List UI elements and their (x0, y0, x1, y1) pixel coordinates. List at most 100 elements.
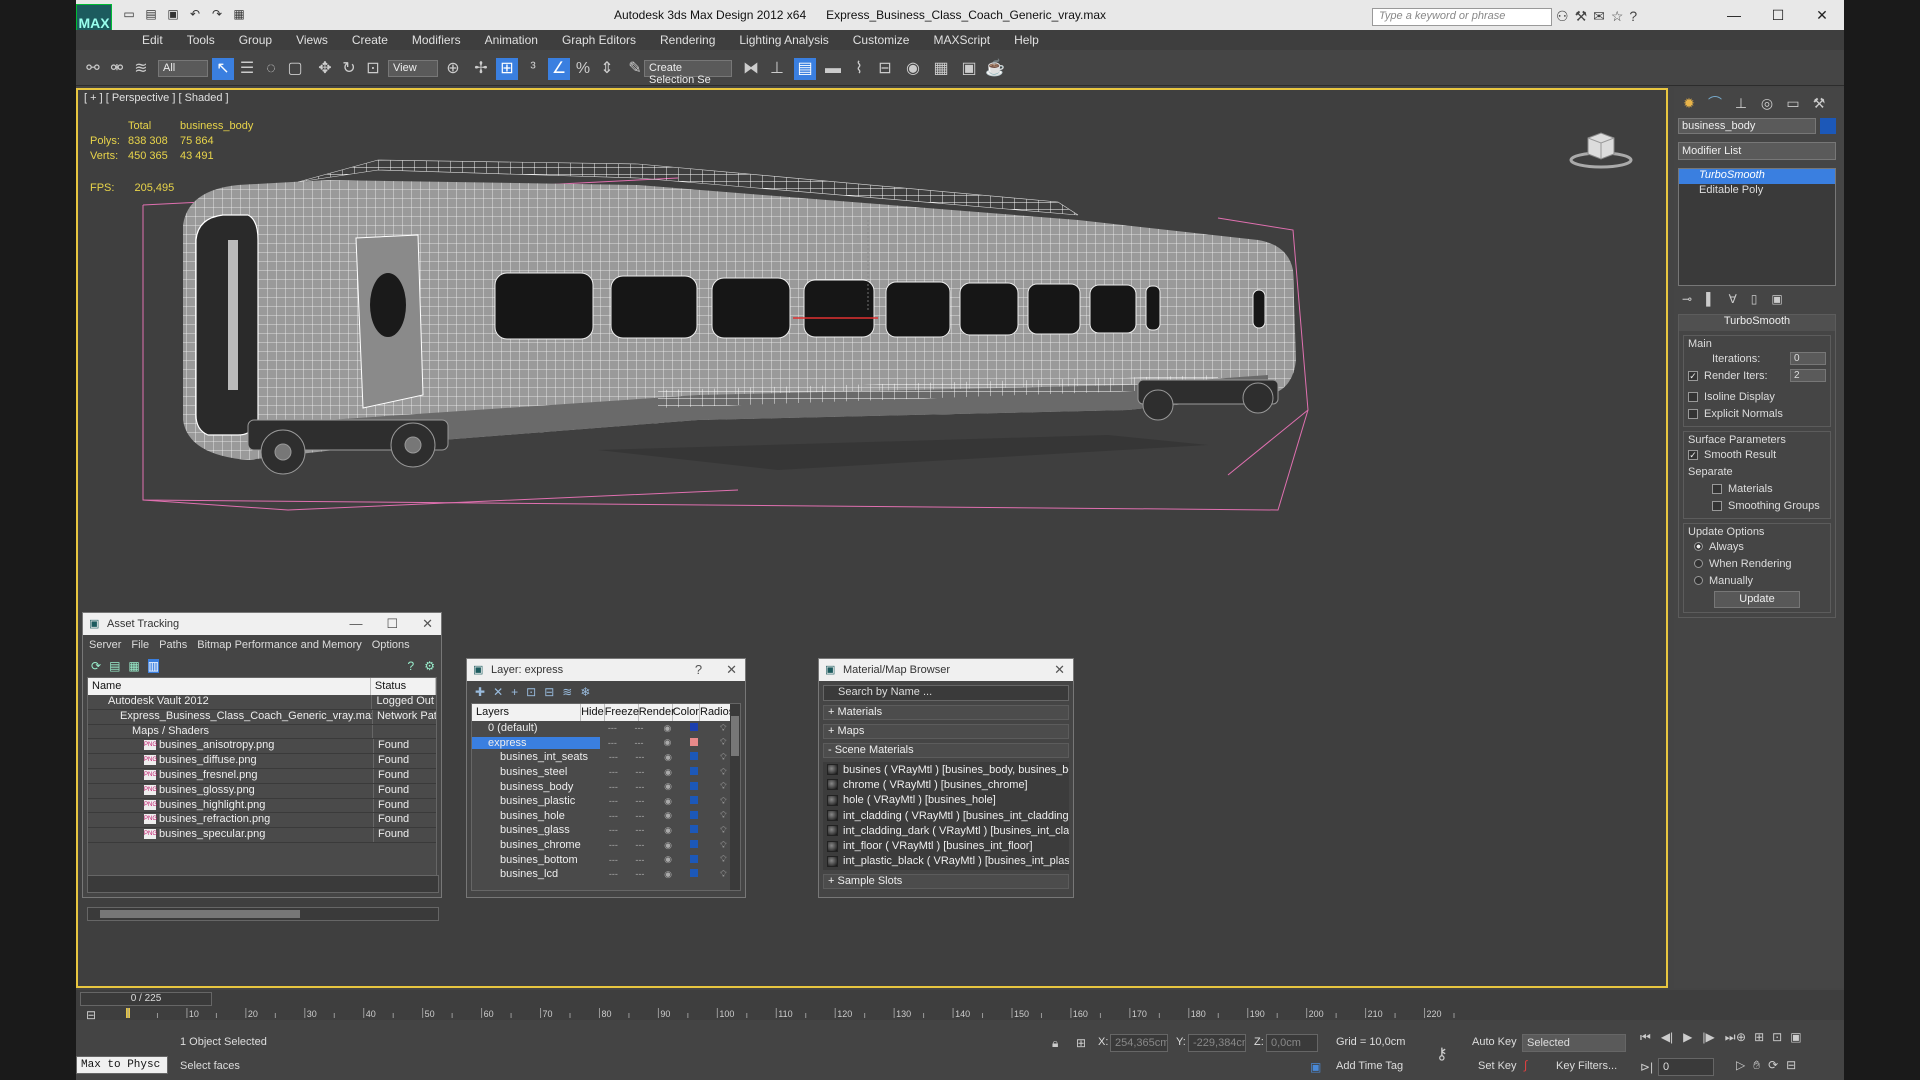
mirror-icon[interactable]: ⧓ (740, 58, 762, 80)
when-rendering-radio[interactable] (1694, 559, 1703, 568)
hide-toggle[interactable]: --- (601, 840, 626, 850)
list-view-icon[interactable]: ▤ (109, 659, 120, 673)
freeze-toggle[interactable]: --- (626, 796, 654, 806)
binoculars-icon[interactable]: ⚇ (1556, 8, 1569, 25)
stack-item-editable-poly[interactable]: Editable Poly (1679, 184, 1835, 199)
col-name[interactable]: Name (88, 678, 371, 695)
menu-views[interactable]: Views (284, 30, 340, 50)
layer-name[interactable]: busines_chrome (472, 839, 601, 851)
key-filters-button[interactable]: Key Filters... (1556, 1060, 1617, 1072)
menu-customize[interactable]: Customize (841, 30, 922, 50)
render-setup-icon[interactable]: ▦ (930, 58, 952, 80)
layer-name[interactable]: busines_plastic (472, 795, 601, 807)
layer-color-cell[interactable] (682, 810, 707, 821)
object-color-swatch[interactable] (1820, 118, 1836, 134)
align-icon[interactable]: ⊥ (766, 58, 788, 80)
freeze-all-icon[interactable]: ❄ (580, 685, 590, 699)
menu-edit[interactable]: Edit (130, 30, 175, 50)
modify-tab-icon[interactable]: ⌒ (1704, 92, 1726, 114)
layer-color-swatch[interactable] (690, 825, 699, 834)
rotate-icon[interactable]: ↻ (338, 58, 360, 80)
snap-3d-icon[interactable]: ³ (522, 58, 544, 80)
move-icon[interactable]: ✥ (314, 58, 336, 80)
layer-name[interactable]: busines_glass (472, 824, 601, 836)
layer-color-cell[interactable] (682, 840, 707, 850)
layer-color-cell[interactable] (682, 854, 707, 865)
bind-spacewarp-icon[interactable]: ≋ (130, 58, 152, 80)
layer-color-swatch[interactable] (690, 810, 699, 819)
schematic-view-icon[interactable]: ⊟ (874, 58, 896, 80)
hide-toggle[interactable]: --- (601, 869, 626, 879)
menu-paths[interactable]: Paths (159, 639, 187, 651)
zoom-all-icon[interactable]: ⊞ (1754, 1030, 1764, 1044)
configure-sets-icon[interactable]: ▣ (1771, 292, 1782, 306)
asset-row[interactable]: PNG busines_diffuse.png Found (88, 754, 436, 769)
hide-toggle[interactable]: --- (601, 825, 626, 835)
z-coordinate-field[interactable]: 0,0cm (1266, 1034, 1318, 1052)
layer-color-swatch[interactable] (690, 840, 699, 849)
asset-row[interactable]: Autodesk Vault 2012 Logged Out ... (88, 695, 436, 710)
freeze-toggle[interactable]: --- (626, 782, 654, 792)
link-icon[interactable]: ⚯ (82, 58, 104, 80)
layer-row[interactable]: busines_int_seats --- --- ◉ 💡︎ (472, 750, 740, 765)
y-coordinate-field[interactable]: -229,384cm (1188, 1034, 1246, 1052)
hide-toggle[interactable]: --- (601, 752, 626, 762)
graphite-ribbon-icon[interactable]: ▬ (822, 58, 844, 80)
menu-rendering[interactable]: Rendering (648, 30, 727, 50)
new-icon[interactable]: ▭ (120, 7, 138, 23)
material-editor-icon[interactable]: ◉ (902, 58, 924, 80)
asset-row[interactable]: PNG busines_highlight.png Found (88, 798, 436, 814)
x-coordinate-field[interactable]: 254,365cm (1110, 1034, 1168, 1052)
maxscript-listener[interactable]: Max to Physc (76, 1056, 168, 1074)
col-freeze[interactable]: Freeze (605, 704, 639, 721)
menu-lighting-analysis[interactable]: Lighting Analysis (727, 30, 840, 50)
asset-path-field[interactable] (87, 875, 439, 893)
sample-slots-section[interactable]: + Sample Slots (823, 874, 1069, 889)
smooth-result-checkbox[interactable]: ✓ (1688, 449, 1698, 460)
asset-hscrollbar[interactable] (87, 907, 439, 921)
selection-filter-dropdown[interactable]: All (158, 60, 208, 77)
show-end-result-icon[interactable]: ▌ (1706, 292, 1715, 306)
layer-row[interactable]: 0 (default) --- --- ◉ 💡︎ (472, 721, 740, 736)
next-frame-icon[interactable]: |▶ (1702, 1030, 1714, 1045)
freeze-toggle[interactable]: --- (626, 855, 654, 865)
layer-color-cell[interactable] (682, 781, 707, 792)
time-tag-icon[interactable]: ▣ (1310, 1060, 1321, 1074)
asset-row[interactable]: PNG busines_fresnel.png Found (88, 768, 436, 784)
orbit-icon[interactable]: ⟳ (1768, 1058, 1778, 1073)
lock-selection-icon[interactable]: 🔒︎ (1052, 1036, 1058, 1051)
perspective-viewport[interactable]: [ + ] [ Perspective ] [ Shaded ] Total bu… (76, 88, 1668, 988)
stack-item-turbosmooth[interactable]: TurboSmooth (1679, 169, 1835, 184)
scene-material-item[interactable]: int_floor ( VRayMtl ) [busines_int_floor… (823, 838, 1069, 853)
highlight-layer-icon[interactable]: ⊟ (544, 685, 554, 699)
hide-toggle[interactable]: --- (601, 782, 626, 792)
explicit-normals-checkbox[interactable] (1688, 408, 1698, 419)
menu-graph-editors[interactable]: Graph Editors (550, 30, 648, 50)
timeline-ruler[interactable]: 10 20 30 40 50 60 70 80 90 100 110 120 130 140 150 160 1… (126, 1008, 1456, 1018)
hide-toggle[interactable]: --- (601, 796, 626, 806)
hide-toggle[interactable]: --- (601, 767, 626, 777)
rendered-frame-icon[interactable]: ▣ (958, 58, 980, 80)
layer-color-swatch[interactable] (690, 796, 699, 805)
prev-frame-icon[interactable]: ◀| (1661, 1030, 1673, 1045)
layer-color-swatch[interactable] (690, 781, 699, 790)
zoom-extents-all-icon[interactable]: ▣ (1790, 1030, 1801, 1044)
scene-material-item[interactable]: int_plastic_black ( VRayMtl ) [busines_i… (823, 854, 1069, 869)
hide-toggle[interactable]: --- (601, 855, 626, 865)
layer-color-swatch[interactable] (690, 767, 699, 776)
layer-name[interactable]: business_body (472, 781, 601, 793)
key-selection-dropdown[interactable]: Selected (1522, 1034, 1626, 1052)
menu-create[interactable]: Create (340, 30, 400, 50)
scale-icon[interactable]: ⊡ (362, 58, 384, 80)
set-key-icon[interactable]: ∫ (1524, 1058, 1527, 1072)
subscription-icon[interactable]: ⚒ (1575, 8, 1588, 25)
current-frame-field[interactable]: 0 (1658, 1058, 1714, 1076)
undo-icon[interactable]: ↶ (186, 7, 204, 23)
spinner-snap-icon[interactable]: ⇕ (596, 58, 618, 80)
col-hide[interactable]: Hide (581, 704, 605, 721)
manually-radio[interactable] (1694, 576, 1703, 585)
smoothing-groups-checkbox[interactable] (1712, 500, 1722, 511)
zoom-extents-icon[interactable]: ⊡ (1772, 1030, 1782, 1044)
scene-material-item[interactable]: busines ( VRayMtl ) [busines_body, busin… (823, 762, 1069, 777)
render-toggle-icon[interactable]: ◉ (654, 869, 682, 880)
